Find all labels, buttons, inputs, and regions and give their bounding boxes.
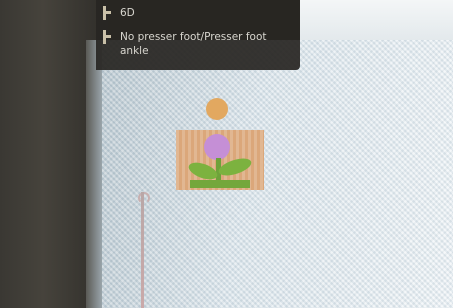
embroidery-design-preview[interactable] bbox=[176, 98, 266, 192]
presser-foot-icon bbox=[102, 30, 112, 44]
presser-foot-label: 6D bbox=[120, 7, 135, 19]
screen-glare bbox=[300, 0, 453, 40]
needle-guide-line bbox=[141, 192, 144, 308]
presser-foot-ankle-label: No presser foot/Presser foot ankle bbox=[120, 31, 267, 57]
flower-shape bbox=[204, 134, 230, 160]
needle-position-marker bbox=[138, 192, 150, 204]
presser-foot-icon bbox=[102, 6, 112, 20]
screen-edge bbox=[86, 40, 102, 308]
sun-shape bbox=[206, 98, 228, 120]
tooltip-row-ankle: No presser foot/Presser foot ankle bbox=[102, 30, 292, 58]
ground-shape bbox=[190, 180, 250, 188]
presser-foot-tooltip: 6D No presser foot/Presser foot ankle bbox=[96, 0, 300, 70]
tooltip-row-foot: 6D bbox=[102, 6, 135, 20]
